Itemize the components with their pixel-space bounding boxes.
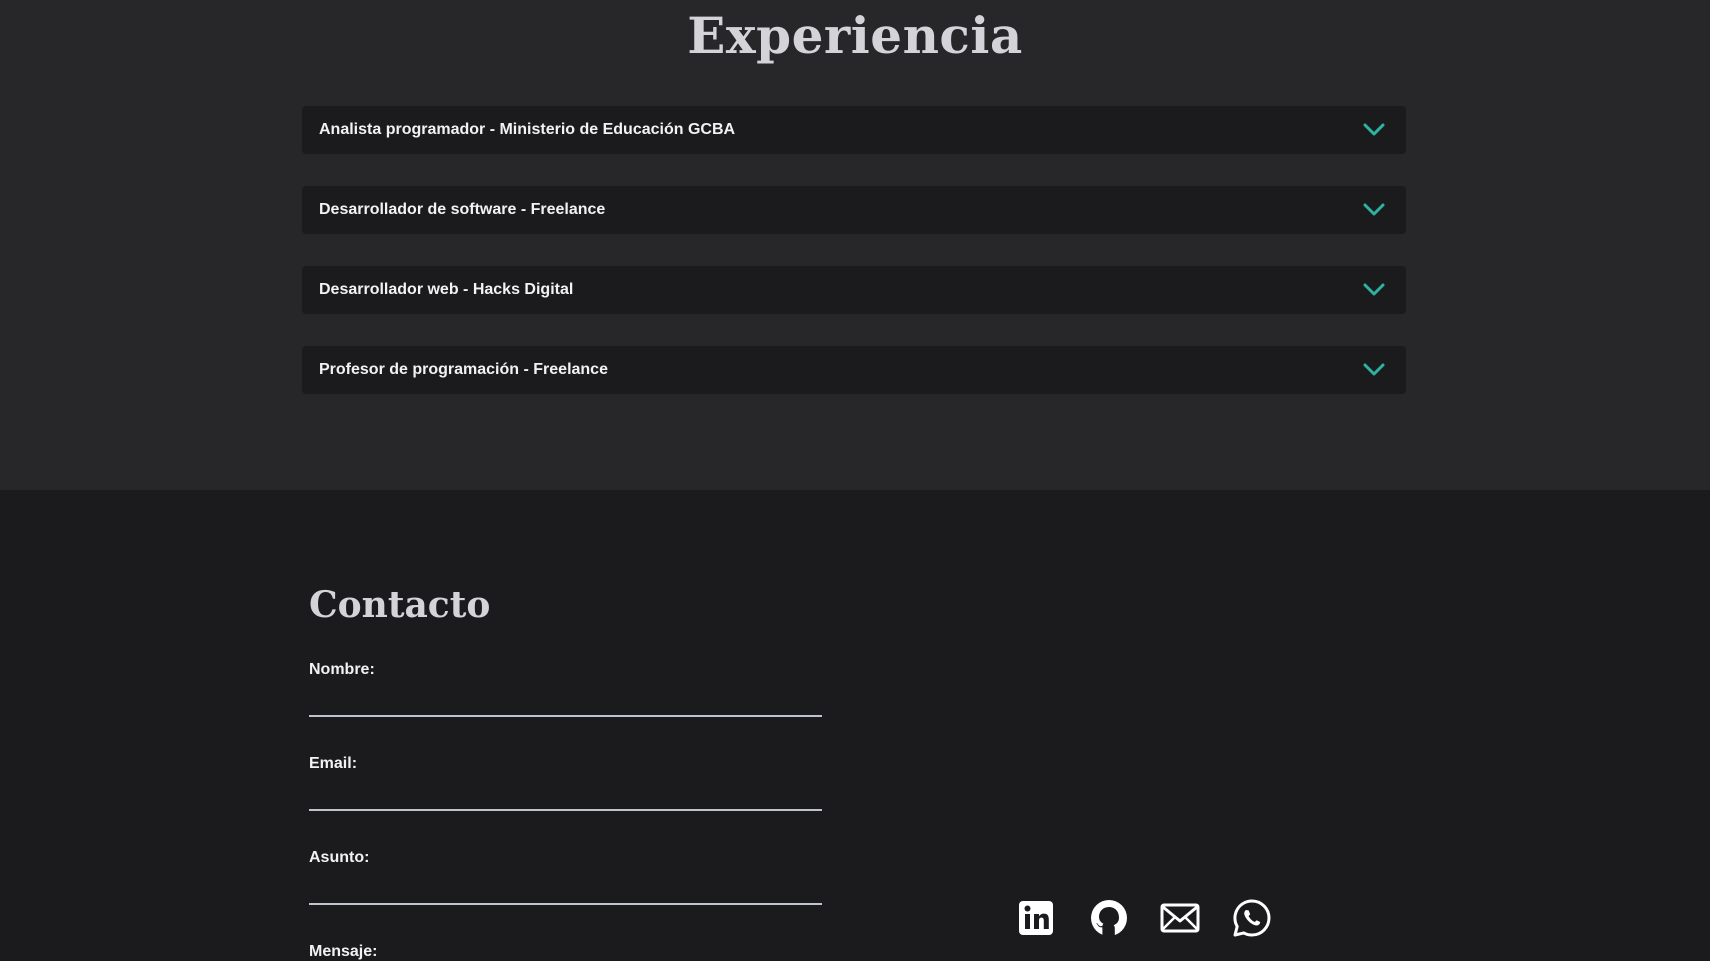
email-field[interactable] xyxy=(309,779,822,811)
name-field[interactable] xyxy=(309,685,822,717)
contact-section: Contacto Nombre: Email: Asunto: Mensaje: xyxy=(0,490,1710,961)
chevron-down-icon[interactable] xyxy=(1362,120,1386,140)
accordion-item-label: Profesor de programación - Freelance xyxy=(319,361,608,378)
whatsapp-icon[interactable] xyxy=(1232,898,1272,938)
experience-section: Experiencia Analista programador - Minis… xyxy=(0,0,1710,490)
subject-field[interactable] xyxy=(309,873,822,905)
mail-icon[interactable] xyxy=(1160,898,1200,938)
accordion-item-profesor-freelance[interactable]: Profesor de programación - Freelance xyxy=(302,346,1406,394)
name-label: Nombre: xyxy=(309,661,375,678)
accordion-item-label: Analista programador - Ministerio de Edu… xyxy=(319,121,736,138)
chevron-down-icon[interactable] xyxy=(1362,200,1386,220)
chevron-down-icon[interactable] xyxy=(1362,280,1386,300)
accordion-item-label: Desarrollador de software - Freelance xyxy=(319,201,606,218)
accordion-item-label: Desarrollador web - Hacks Digital xyxy=(319,281,574,298)
accordion-item-ministerio[interactable]: Analista programador - Ministerio de Edu… xyxy=(302,106,1406,154)
accordion-item-software-freelance[interactable]: Desarrollador de software - Freelance xyxy=(302,186,1406,234)
chevron-down-icon[interactable] xyxy=(1362,360,1386,380)
github-icon[interactable] xyxy=(1089,898,1129,938)
email-label: Email: xyxy=(309,755,358,772)
linkedin-icon[interactable] xyxy=(1016,898,1056,938)
accordion-item-hacks-digital[interactable]: Desarrollador web - Hacks Digital xyxy=(302,266,1406,314)
contact-title: Contacto xyxy=(309,584,491,626)
message-label: Mensaje: xyxy=(309,943,378,960)
experience-title: Experiencia xyxy=(687,6,1023,65)
subject-label: Asunto: xyxy=(309,849,370,866)
